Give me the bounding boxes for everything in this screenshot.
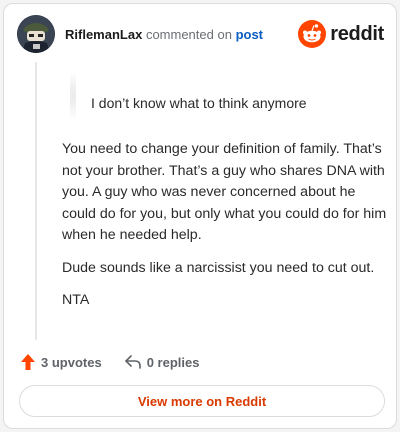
quote-bar [70,72,76,120]
comment-paragraph: Dude sounds like a narcissist you need t… [62,259,375,276]
reddit-logo-icon [298,20,327,48]
username-link[interactable]: RiflemanLax [65,27,142,42]
upvote-arrow-icon [21,354,35,370]
reply-arrow-icon [124,355,141,369]
avatar[interactable] [17,15,55,53]
byline: RiflemanLax commented on post [65,27,263,42]
quoted-text: I don’t know what to think anymore [91,95,307,111]
comment-actions: 3 upvotes 0 replies [20,352,199,372]
replies-button[interactable]: 0 replies [124,354,200,370]
upvote-count: 3 upvotes [41,354,102,370]
comment-header: RiflemanLax commented on post reddit [17,15,384,55]
reddit-wordmark: reddit [330,22,384,45]
thread-line [35,62,37,340]
view-more-button[interactable]: View more on Reddit [19,385,385,417]
commented-on-text: commented on [145,27,232,42]
post-link[interactable]: post [236,27,263,42]
comment-paragraph: You need to change your definition of fa… [62,141,387,243]
reply-count: 0 replies [146,354,200,370]
comment-paragraph: NTA [62,292,90,308]
upvote-button[interactable]: 3 upvotes [20,353,102,371]
reddit-brand[interactable]: reddit [298,17,384,51]
embedded-comment-card: RiflemanLax commented on post reddit I d… [3,3,397,429]
avatar-image [17,15,55,53]
comment-body: You need to change your definition of fa… [62,139,392,323]
